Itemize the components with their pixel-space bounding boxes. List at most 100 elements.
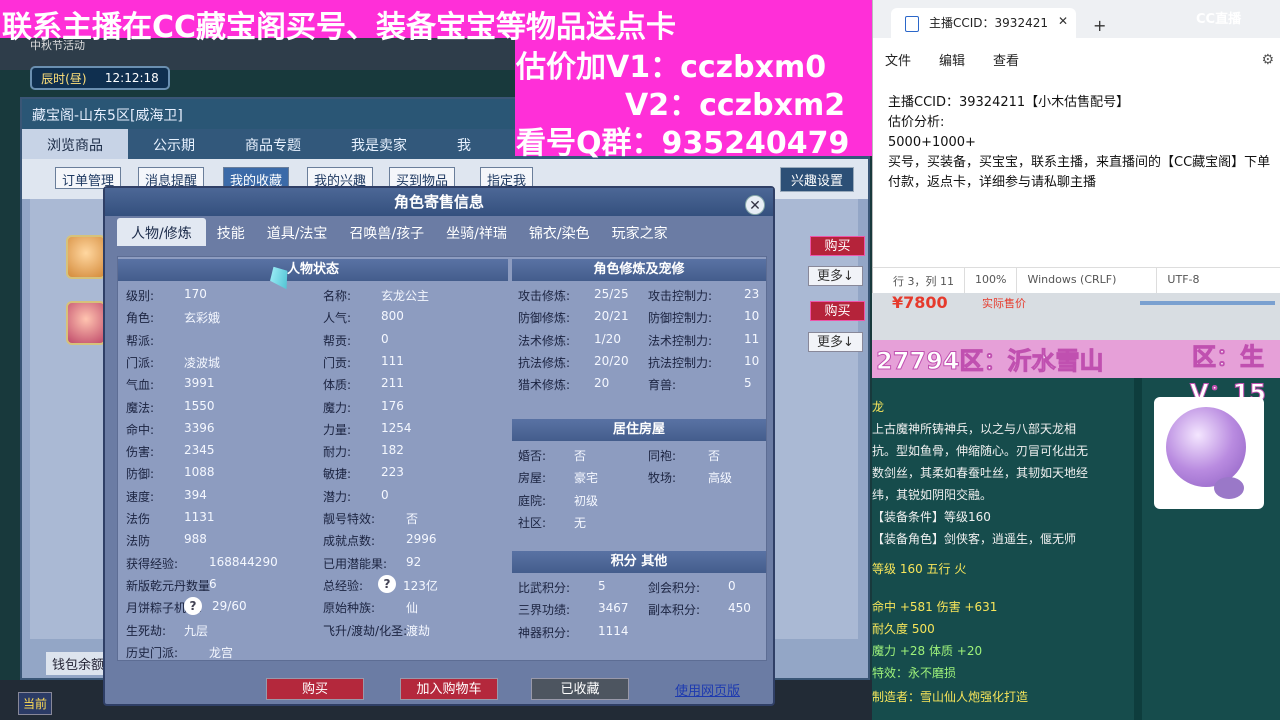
stat-row: 新版乾元丹数量 6: [126, 577, 217, 594]
stat-key: 房屋:: [518, 471, 547, 486]
notepad-statusbar: 行 3，列 11 100% Windows (CRLF) UTF-8: [873, 267, 1280, 293]
stat-value: 988: [184, 532, 207, 547]
stat-row: 法防 988: [126, 532, 207, 549]
stat-key: 庭院:: [518, 493, 547, 508]
stat-value: 394: [184, 487, 207, 502]
stat-value: 123亿: [403, 578, 438, 593]
list-buy-button[interactable]: 购买: [810, 236, 865, 256]
stat-key: 伤害:: [126, 445, 155, 460]
stat-value: 无: [574, 515, 587, 530]
stat-key: 潜力:: [323, 489, 352, 504]
stat-key: 副本积分:: [648, 603, 701, 618]
stat-row: 法伤 1131: [126, 510, 215, 527]
panel-tab[interactable]: 浏览商品: [22, 129, 128, 159]
stat-row: 帮派:: [126, 332, 154, 349]
stat-value: 3396: [184, 420, 215, 435]
stat-row: 防御: 1088: [126, 465, 215, 482]
stat-value: 渡劫: [406, 623, 431, 638]
stat-value: 1/20: [594, 331, 621, 346]
notepad-menu: 文件 编辑 查看: [885, 50, 1019, 69]
dialog-tab[interactable]: 技能: [206, 218, 256, 246]
panel-tab[interactable]: 商品专题: [220, 129, 326, 159]
item-desc-line: 等级 160 五行 火: [872, 562, 967, 576]
stat-key: 耐力:: [323, 445, 352, 460]
stat-key: 同袍:: [648, 449, 677, 463]
item-desc-line: 特效：永不磨损: [872, 666, 957, 680]
close-icon[interactable]: ✕: [1058, 14, 1068, 28]
stat-value: 1114: [598, 623, 629, 638]
stat-value: 豪宅: [574, 471, 599, 486]
region-label-2: 区：生: [1192, 343, 1265, 372]
buy-button[interactable]: 购买: [266, 678, 364, 700]
stat-row: 原始种族: 仙: [323, 599, 418, 616]
stat-value: 否: [708, 449, 721, 463]
stat-key: 门贡:: [323, 355, 352, 370]
notepad-tab[interactable]: 主播CCID：3932421: [891, 8, 1076, 38]
stat-value: 29/60: [212, 599, 247, 614]
item-desc-line: 制造者：雪山仙人炮强化打造: [872, 690, 1029, 704]
stat-row: 速度: 394: [126, 488, 207, 505]
stat-row: 已用潜能果: 92: [323, 555, 421, 572]
dialog-tab[interactable]: 玩家之家: [601, 218, 679, 246]
stat-value: 10: [744, 309, 760, 324]
panel-tab[interactable]: 我: [432, 129, 496, 159]
dialog-tab[interactable]: 人物/修炼: [117, 218, 206, 246]
list-more-button[interactable]: 更多↓: [808, 332, 863, 352]
collected-button[interactable]: 已收藏: [531, 678, 629, 700]
stat-value: 0: [728, 579, 736, 593]
stat-row: 人气: 800: [323, 309, 404, 326]
dialog-title: 角色寄售信息: [105, 188, 773, 216]
stat-value: 25/25: [594, 287, 629, 301]
item-detail-panel: ¥7800 实际售价 27794区：沂水雪山 区：生 V：15 龙上古魔神所铸神…: [872, 293, 1280, 720]
dialog-tab[interactable]: 坐骑/祥瑞: [435, 218, 518, 246]
dialog-tab[interactable]: 道具/法宝: [256, 218, 339, 246]
stat-value: 玄彩娥: [184, 311, 221, 326]
stat-key: 级别:: [126, 289, 155, 303]
notepad-menu-item[interactable]: 文件: [885, 50, 911, 69]
list-more-button[interactable]: 更多↓: [808, 266, 863, 286]
stat-row: 角色: 玄彩娥: [126, 309, 220, 326]
dialog-tab[interactable]: 召唤兽/孩子: [338, 218, 435, 246]
stat-value: 170: [184, 287, 207, 301]
notepad-line: 主播CCID：39324211【小木估售配号】: [888, 95, 1130, 110]
use-web-version-link[interactable]: 使用网页版: [675, 680, 740, 699]
stat-key: 命中:: [126, 422, 155, 437]
stat-row: 魔力: 176: [323, 399, 404, 416]
panel-tab[interactable]: 我是卖家: [326, 129, 432, 159]
stat-value: 0: [381, 331, 389, 346]
stat-value: 九层: [184, 623, 209, 638]
stat-value: 6: [209, 576, 217, 591]
add-to-cart-button[interactable]: 加入购物车: [400, 678, 498, 700]
close-icon[interactable]: ✕: [745, 195, 765, 215]
stat-value: 211: [381, 376, 404, 391]
gear-icon[interactable]: ⚙: [1261, 52, 1274, 68]
stat-value: 111: [381, 353, 404, 368]
notepad-menu-item[interactable]: 查看: [993, 50, 1019, 69]
stat-value: 1131: [184, 510, 215, 524]
stat-value: 高级: [708, 471, 733, 486]
item-image: [1154, 397, 1264, 509]
stat-key: 法术修炼:: [518, 333, 571, 348]
avatar[interactable]: [66, 301, 106, 345]
stat-key: 体质:: [323, 378, 352, 393]
stat-row: 门贡: 111: [323, 354, 404, 371]
list-buy-button[interactable]: 购买: [810, 301, 865, 321]
notepad-menu-item[interactable]: 编辑: [939, 50, 965, 69]
price-value: ¥7800: [892, 293, 948, 312]
interest-settings-button[interactable]: 兴趣设置: [779, 167, 854, 192]
stat-key: 历史门派:: [126, 645, 179, 660]
plus-icon[interactable]: +: [1093, 16, 1106, 35]
item-desc-line: 【装备角色】剑侠客，逍遥生，偃无师: [872, 532, 1077, 546]
status-position: 行 3，列 11: [873, 268, 965, 293]
current-channel-button[interactable]: 当前: [18, 692, 53, 715]
dialog-tab[interactable]: 锦衣/染色: [518, 218, 601, 246]
panel-tab[interactable]: 公示期: [128, 129, 220, 159]
promo-line-1: 联系主播在CC藏宝阁买号、装备宝宝等物品送点卡: [2, 10, 677, 45]
stat-row: 帮贡: 0: [323, 332, 389, 349]
stat-value: 20: [594, 376, 610, 391]
avatar[interactable]: [66, 235, 106, 279]
notepad-text-area[interactable]: 主播CCID：39324211【小木估售配号】 估价分析: 5000+1000+ 买号…: [888, 93, 1273, 193]
stat-value: 仙: [406, 601, 419, 616]
stat-row: 月饼粽子机缘:? 29/60: [126, 597, 247, 616]
help-icon[interactable]: ?: [378, 574, 396, 593]
